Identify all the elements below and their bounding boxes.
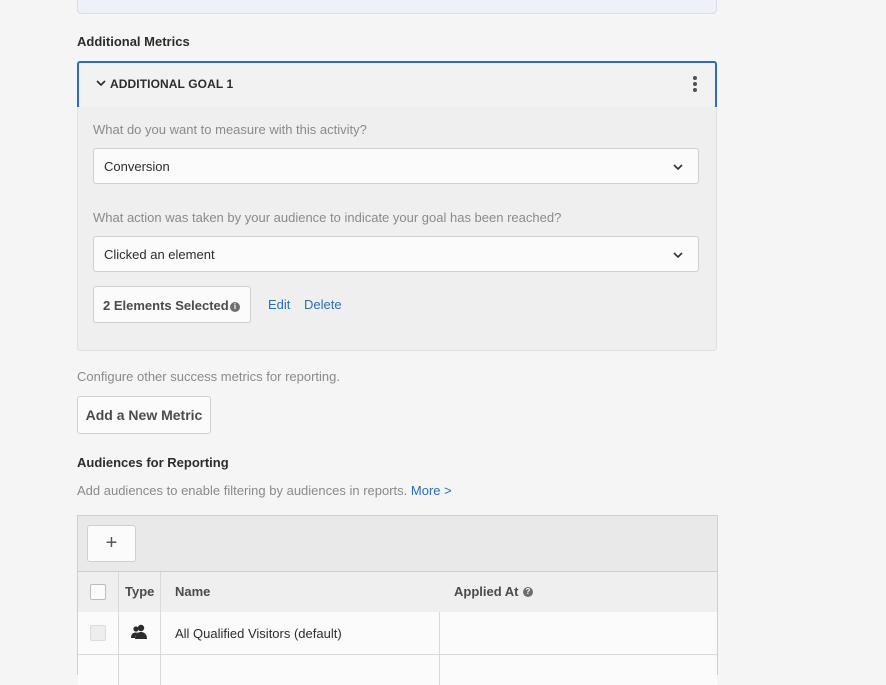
edit-link[interactable]: Edit (268, 297, 290, 312)
delete-link[interactable]: Delete (304, 297, 342, 312)
audiences-help-text: Add audiences to enable filtering by aud… (77, 483, 452, 498)
more-link[interactable]: More > (411, 483, 452, 498)
column-divider (160, 612, 161, 654)
row-checkbox (90, 625, 106, 641)
measure-question-label: What do you want to measure with this ac… (93, 122, 367, 137)
chevron-down-icon (673, 164, 683, 171)
add-new-metric-button[interactable]: Add a New Metric (77, 396, 211, 434)
column-header-type[interactable]: Type (125, 584, 154, 599)
table-row[interactable] (78, 655, 717, 685)
users-icon (131, 624, 147, 639)
chevron-down-icon (673, 252, 683, 259)
column-divider (160, 655, 161, 685)
action-select[interactable]: Clicked an element (93, 236, 699, 272)
metrics-help-text: Configure other success metrics for repo… (77, 369, 340, 384)
column-divider (160, 572, 161, 612)
table-header: Type Name Applied At ? (78, 571, 717, 613)
column-divider (439, 655, 440, 685)
column-divider (118, 572, 119, 612)
action-question-label: What action was taken by your audience t… (93, 210, 562, 225)
audience-name: All Qualified Visitors (default) (175, 626, 342, 641)
help-icon[interactable]: ? (523, 587, 533, 597)
column-divider (118, 655, 119, 685)
add-audience-button[interactable]: + (87, 525, 136, 562)
chevron-down-icon[interactable] (95, 77, 107, 89)
additional-metrics-heading: Additional Metrics (77, 34, 190, 49)
column-divider (439, 612, 440, 654)
column-header-name[interactable]: Name (175, 584, 210, 599)
audiences-help-label: Add audiences to enable filtering by aud… (77, 483, 408, 498)
previous-panel-edge (77, 0, 717, 14)
elements-selected-box: 2 Elements Selected i (93, 286, 251, 323)
select-all-checkbox[interactable] (90, 584, 106, 600)
more-options-icon[interactable] (689, 74, 701, 96)
info-icon[interactable]: i (230, 302, 240, 312)
action-select-value: Clicked an element (104, 247, 215, 262)
audiences-table: + Type Name Applied At ? All Qualified V… (77, 515, 718, 685)
goal-accordion-header[interactable]: ADDITIONAL GOAL 1 (77, 61, 717, 109)
goal-title: ADDITIONAL GOAL 1 (110, 77, 234, 91)
column-divider (118, 612, 119, 654)
column-header-applied-at[interactable]: Applied At (454, 584, 519, 599)
measure-select-value: Conversion (104, 159, 170, 174)
elements-selected-text: 2 Elements Selected (103, 298, 229, 313)
audiences-heading: Audiences for Reporting (77, 455, 229, 470)
measure-select[interactable]: Conversion (93, 148, 699, 184)
table-row[interactable]: All Qualified Visitors (default) (78, 612, 717, 655)
